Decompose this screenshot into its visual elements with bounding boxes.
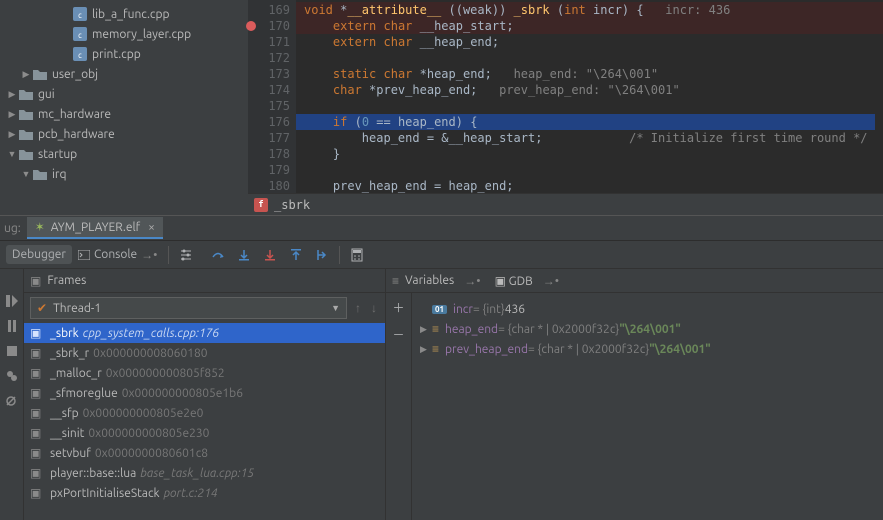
breadcrumb[interactable]: f _sbrk bbox=[248, 193, 883, 215]
thread-select[interactable]: ✔Thread-1 ▼ bbox=[30, 297, 347, 319]
check-icon: ✔ bbox=[37, 302, 47, 315]
project-tree[interactable]: clib_a_func.cppcmemory_layer.cppcprint.c… bbox=[0, 0, 248, 215]
calculator-icon bbox=[350, 248, 364, 262]
settings-button[interactable] bbox=[173, 245, 199, 265]
frame-icon: ▣ bbox=[30, 346, 44, 360]
gdb-tab[interactable]: ▣ GDB bbox=[495, 274, 533, 288]
tree-item[interactable]: ▼startup bbox=[0, 144, 248, 164]
variable-row[interactable]: 01incr = {int} 436 bbox=[416, 299, 879, 319]
evaluate-button[interactable] bbox=[344, 245, 370, 265]
variables-panel: ≡ Variables →• ▣ GDB →• ＋ － 01incr = {in… bbox=[386, 269, 883, 520]
force-step-into-button[interactable] bbox=[257, 245, 283, 265]
console-tab[interactable]: Console →• bbox=[72, 245, 164, 265]
folder-icon bbox=[32, 66, 48, 82]
step-out-icon bbox=[289, 248, 303, 262]
bug-icon: ✶ bbox=[35, 220, 45, 234]
code-editor[interactable]: 169170171172173174175176177178179180 voi… bbox=[248, 0, 883, 215]
frame-icon: ▣ bbox=[30, 466, 44, 480]
pin-icon[interactable]: →• bbox=[464, 274, 480, 288]
debug-tab-label: AYM_PLAYER.elf bbox=[51, 221, 140, 234]
cpp-icon: c bbox=[72, 46, 88, 62]
pause-button[interactable] bbox=[6, 320, 18, 335]
chevron-down-icon: ▼ bbox=[331, 303, 340, 313]
run-to-cursor-button[interactable] bbox=[309, 245, 335, 265]
step-over-icon bbox=[211, 248, 225, 262]
step-out-button[interactable] bbox=[283, 245, 309, 265]
variables-list[interactable]: 01incr = {int} 436▶≡heap_end = {char * |… bbox=[412, 293, 883, 520]
tabbar-prefix: ug: bbox=[4, 222, 21, 235]
add-watch-button[interactable]: ＋ bbox=[392, 299, 404, 316]
stack-frame[interactable]: ▣pxPortInitialiseStackport.c:214 bbox=[24, 483, 385, 503]
stack-frame[interactable]: ▣player::base::luabase_task_lua.cpp:15 bbox=[24, 463, 385, 483]
folder-icon bbox=[18, 106, 34, 122]
cpp-icon: c bbox=[72, 6, 88, 22]
mute-breakpoints-button[interactable] bbox=[5, 395, 19, 410]
editor-gutter: 169170171172173174175176177178179180 bbox=[248, 0, 296, 215]
view-breakpoints-button[interactable] bbox=[6, 370, 18, 385]
editor-code[interactable]: void *__attribute__ ((weak)) _sbrk (int … bbox=[296, 0, 883, 215]
folder-icon bbox=[32, 166, 48, 182]
function-icon: f bbox=[254, 198, 268, 212]
debug-side-toolbar bbox=[0, 269, 24, 520]
pin-icon[interactable]: →• bbox=[543, 274, 559, 288]
stack-frame[interactable]: ▣__sfp0x000000000805e2e0 bbox=[24, 403, 385, 423]
debug-toolbar: Debugger Console →• bbox=[0, 241, 883, 269]
tree-item[interactable]: ▶mc_hardware bbox=[0, 104, 248, 124]
console-icon bbox=[78, 250, 90, 260]
frames-panel: ▣ Frames ✔Thread-1 ▼ ↑ ↓ ▣_sbrkcpp_syste… bbox=[24, 269, 386, 520]
tree-item[interactable]: ▶pcb_hardware bbox=[0, 124, 248, 144]
debug-tabbar: ug: ✶ AYM_PLAYER.elf × bbox=[0, 215, 883, 241]
stop-button[interactable] bbox=[6, 345, 18, 360]
frame-icon: ▣ bbox=[30, 386, 44, 400]
frame-icon: ▣ bbox=[30, 446, 44, 460]
stack-frame[interactable]: ▣__sinit0x000000000805e230 bbox=[24, 423, 385, 443]
tree-item[interactable]: ▶gui bbox=[0, 84, 248, 104]
variables-header: ≡ Variables →• ▣ GDB →• bbox=[386, 269, 883, 293]
variable-row[interactable]: ▶≡prev_heap_end = {char * | 0x2000f32c} … bbox=[416, 339, 879, 359]
tree-item[interactable]: clib_a_func.cpp bbox=[0, 4, 248, 24]
stack-frame[interactable]: ▣_sbrkcpp_system_calls.cpp:176 bbox=[24, 323, 385, 343]
frame-list[interactable]: ▣_sbrkcpp_system_calls.cpp:176▣_sbrk_r0x… bbox=[24, 323, 385, 520]
frame-icon: ▣ bbox=[30, 366, 44, 380]
next-frame-button[interactable]: ↓ bbox=[369, 301, 379, 315]
tree-item[interactable]: ▼irq bbox=[0, 164, 248, 184]
stack-frame[interactable]: ▣_sbrk_r0x000000008060180 bbox=[24, 343, 385, 363]
frame-icon: ▣ bbox=[30, 326, 44, 340]
frames-header: ▣ Frames bbox=[24, 269, 385, 293]
breadcrumb-label: _sbrk bbox=[274, 197, 310, 213]
frame-icon: ▣ bbox=[30, 406, 44, 420]
folder-icon bbox=[18, 126, 34, 142]
force-step-into-icon bbox=[263, 248, 277, 262]
frames-icon: ▣ bbox=[30, 274, 41, 288]
debugger-tab[interactable]: Debugger bbox=[6, 245, 72, 264]
close-icon[interactable]: × bbox=[148, 221, 155, 234]
tree-item[interactable]: cprint.cpp bbox=[0, 44, 248, 64]
remove-watch-button[interactable]: － bbox=[392, 326, 404, 343]
stack-frame[interactable]: ▣setvbuf0x0000000080601c8 bbox=[24, 443, 385, 463]
frame-icon: ▣ bbox=[30, 486, 44, 500]
folder-icon bbox=[18, 146, 34, 162]
sliders-icon bbox=[179, 248, 193, 262]
frame-icon: ▣ bbox=[30, 426, 44, 440]
tree-item[interactable]: ▶user_obj bbox=[0, 64, 248, 84]
prev-frame-button[interactable]: ↑ bbox=[353, 301, 363, 315]
run-to-cursor-icon bbox=[315, 248, 329, 262]
stack-frame[interactable]: ▣_malloc_r0x000000000805f852 bbox=[24, 363, 385, 383]
variable-row[interactable]: ▶≡heap_end = {char * | 0x2000f32c} "\264… bbox=[416, 319, 879, 339]
step-into-button[interactable] bbox=[231, 245, 257, 265]
svg-text:c: c bbox=[78, 51, 82, 60]
step-over-button[interactable] bbox=[205, 245, 231, 265]
svg-text:c: c bbox=[78, 31, 82, 40]
tree-item[interactable]: cmemory_layer.cpp bbox=[0, 24, 248, 44]
resume-button[interactable] bbox=[6, 295, 18, 310]
step-into-icon bbox=[237, 248, 251, 262]
debug-tab[interactable]: ✶ AYM_PLAYER.elf × bbox=[27, 217, 163, 239]
svg-text:c: c bbox=[78, 11, 82, 20]
vars-menu-icon[interactable]: ≡ bbox=[392, 274, 399, 288]
vars-toolbar: ＋ － bbox=[386, 293, 412, 520]
folder-icon bbox=[18, 86, 34, 102]
stack-frame[interactable]: ▣_sfmoreglue0x000000000805e1b6 bbox=[24, 383, 385, 403]
cpp-icon: c bbox=[72, 26, 88, 42]
